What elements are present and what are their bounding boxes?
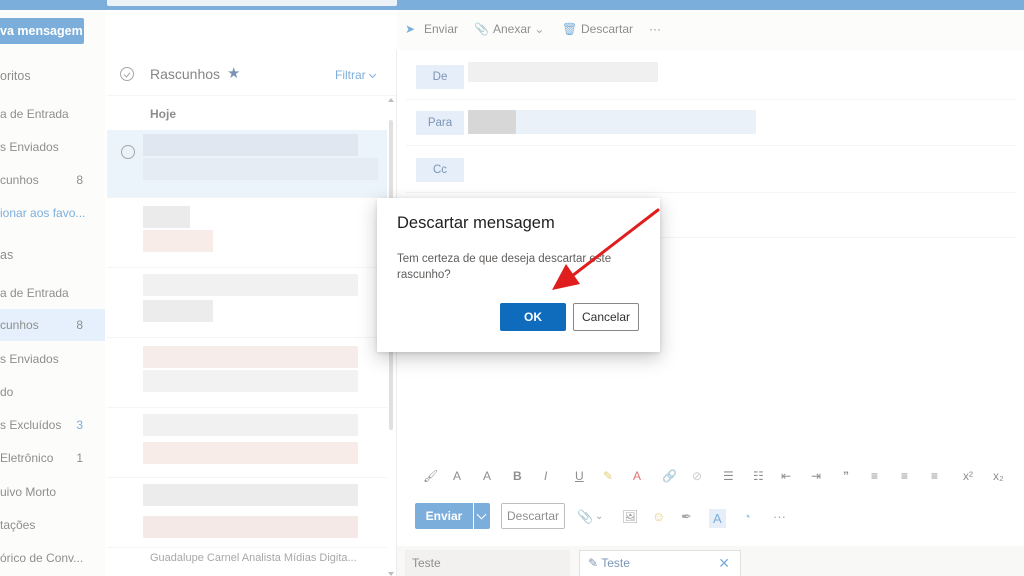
dialog-message: Tem certeza de que deseja descartar este… (397, 253, 612, 281)
ok-button[interactable]: OK (500, 303, 566, 331)
dialog-title: Descartar mensagem (397, 214, 555, 232)
discard-dialog: Descartar mensagem Tem certeza de que de… (377, 198, 660, 352)
cancel-button[interactable]: Cancelar (573, 303, 639, 331)
